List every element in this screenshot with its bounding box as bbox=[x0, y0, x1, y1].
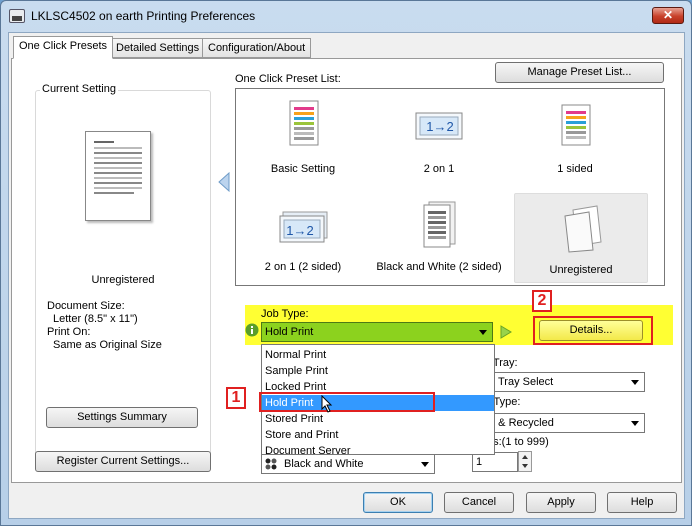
job-type-value: Hold Print bbox=[265, 326, 314, 338]
preset-label: 2 on 1 (2 sided) bbox=[264, 261, 342, 273]
paper-type-select[interactable]: n & Recycled bbox=[485, 413, 645, 433]
preset-label: Black and White (2 sided) bbox=[376, 261, 502, 273]
help-button[interactable]: Help bbox=[607, 492, 677, 513]
one-sided-icon bbox=[561, 104, 591, 146]
printing-preferences-window: LKLSC4502 on earth Printing Preferences … bbox=[0, 0, 692, 526]
color-mode-value: Black and White bbox=[284, 458, 364, 470]
annotation-box-hold-print bbox=[259, 392, 435, 412]
print-on-label: Print On: bbox=[47, 326, 91, 338]
input-tray-value: o Tray Select bbox=[489, 376, 554, 388]
copies-label: es:(1 to 999) bbox=[487, 436, 549, 448]
apply-button[interactable]: Apply bbox=[526, 492, 596, 513]
spin-up-icon[interactable] bbox=[522, 455, 528, 459]
preset-basic-setting[interactable]: Basic Setting bbox=[240, 95, 366, 181]
job-type-option-normal-print[interactable]: Normal Print bbox=[265, 347, 326, 363]
preset-1-sided[interactable]: 1 sided bbox=[512, 95, 638, 181]
two-on-one-duplex-glyph: 1→2 bbox=[286, 223, 314, 238]
register-current-settings-button[interactable]: Register Current Settings... bbox=[35, 451, 211, 472]
job-type-option-stored-print[interactable]: Stored Print bbox=[265, 411, 323, 427]
tab-detailed-settings[interactable]: Detailed Settings bbox=[110, 38, 206, 58]
cancel-button[interactable]: Cancel bbox=[444, 492, 514, 513]
print-on-value: Same as Original Size bbox=[53, 339, 162, 351]
job-type-option-document-server[interactable]: Document Server bbox=[265, 443, 351, 459]
blank-pages-icon bbox=[564, 205, 602, 253]
preset-label: Unregistered bbox=[549, 264, 613, 276]
input-tray-select[interactable]: o Tray Select bbox=[485, 372, 645, 392]
document-size-value: Letter (8.5" x 11") bbox=[53, 313, 138, 325]
settings-summary-button[interactable]: Settings Summary bbox=[46, 407, 198, 428]
chevron-down-icon bbox=[421, 462, 429, 467]
job-type-label: Job Type: bbox=[261, 308, 309, 320]
scroll-left-arrow-icon[interactable] bbox=[218, 172, 230, 192]
chevron-down-icon bbox=[631, 380, 639, 385]
black-and-white-duplex-icon bbox=[423, 201, 456, 248]
tab-one-click-presets[interactable]: One Click Presets bbox=[13, 36, 114, 59]
preset-2-on-1[interactable]: 1→2 2 on 1 bbox=[376, 95, 502, 181]
document-color-icon bbox=[289, 100, 319, 146]
preset-list: Basic Setting 1→2 2 on 1 1 sided 1→2 2 o… bbox=[235, 88, 665, 286]
spin-down-icon[interactable] bbox=[522, 464, 528, 468]
printer-icon bbox=[9, 9, 25, 23]
mouse-cursor-icon bbox=[321, 395, 333, 413]
info-icon bbox=[245, 323, 259, 337]
copies-value: 1 bbox=[476, 456, 483, 468]
two-on-one-glyph: 1→2 bbox=[426, 119, 454, 134]
dialog-client: One Click Presets Detailed Settings Conf… bbox=[8, 32, 685, 519]
window-title: LKLSC4502 on earth Printing Preferences bbox=[31, 9, 256, 23]
current-setting-label: Current Setting bbox=[40, 83, 118, 95]
copies-input[interactable]: 1 bbox=[472, 452, 518, 472]
document-size-label: Document Size: bbox=[47, 300, 125, 312]
job-type-option-sample-print[interactable]: Sample Print bbox=[265, 363, 328, 379]
current-setting-name: Unregistered bbox=[91, 274, 155, 286]
job-type-select[interactable]: Hold Print bbox=[261, 322, 493, 342]
job-type-option-store-and-print[interactable]: Store and Print bbox=[265, 427, 338, 443]
close-button[interactable]: ✕ bbox=[652, 7, 684, 24]
preset-label: Basic Setting bbox=[270, 163, 336, 175]
manage-preset-list-button[interactable]: Manage Preset List... bbox=[495, 62, 664, 83]
preset-unregistered[interactable]: Unregistered bbox=[514, 193, 648, 283]
black-dots-icon bbox=[265, 458, 277, 470]
preset-list-label: One Click Preset List: bbox=[235, 73, 341, 85]
ok-button[interactable]: OK bbox=[363, 492, 433, 513]
chevron-down-icon bbox=[479, 330, 487, 335]
annotation-badge-1: 1 bbox=[226, 387, 246, 409]
paper-type-value: n & Recycled bbox=[489, 417, 554, 429]
preset-black-and-white-2-sided[interactable]: Black and White (2 sided) bbox=[376, 193, 502, 279]
title-bar: LKLSC4502 on earth Printing Preferences … bbox=[1, 1, 691, 31]
tab-configuration-about[interactable]: Configuration/About bbox=[202, 38, 312, 58]
chevron-down-icon bbox=[631, 421, 639, 426]
current-setting-thumbnail bbox=[85, 131, 151, 221]
annotation-badge-2: 2 bbox=[532, 290, 552, 312]
copies-spinner[interactable] bbox=[518, 451, 532, 472]
preset-2-on-1-2-sided[interactable]: 1→2 2 on 1 (2 sided) bbox=[240, 193, 366, 279]
annotation-box-details bbox=[533, 316, 653, 345]
preset-label: 2 on 1 bbox=[423, 163, 455, 175]
preset-label: 1 sided bbox=[557, 163, 593, 175]
play-arrow-icon bbox=[500, 325, 512, 339]
